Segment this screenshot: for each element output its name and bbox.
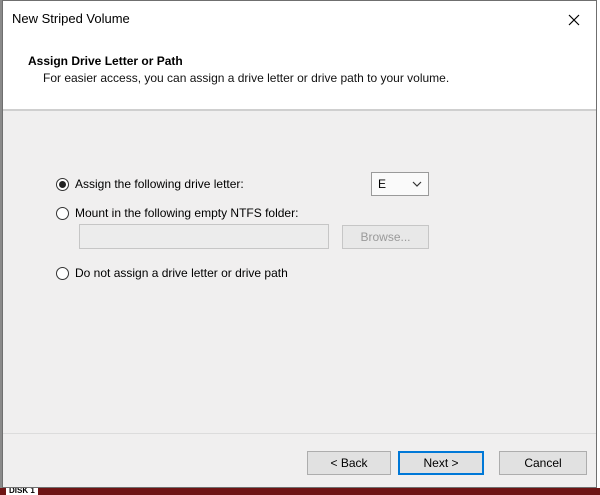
cancel-button[interactable]: Cancel	[499, 451, 587, 475]
background-app-strip	[0, 488, 600, 495]
mount-folder-radio[interactable]	[56, 206, 69, 220]
background-disk-label: DISK 1	[6, 487, 38, 495]
title-bar[interactable]: New Striped Volume	[3, 1, 596, 39]
page-subtitle: For easier access, you can assign a driv…	[43, 71, 450, 85]
mount-folder-option[interactable]: Mount in the following empty NTFS folder…	[56, 206, 298, 220]
chevron-down-icon	[412, 181, 422, 187]
no-assign-option[interactable]: Do not assign a drive letter or drive pa…	[56, 266, 288, 280]
browse-button[interactable]: Browse...	[342, 225, 429, 249]
wizard-header: Assign Drive Letter or Path For easier a…	[3, 39, 596, 109]
assign-letter-radio[interactable]	[56, 177, 69, 191]
mount-folder-label: Mount in the following empty NTFS folder…	[75, 206, 299, 220]
no-assign-radio[interactable]	[56, 266, 69, 280]
wizard-body: Assign the following drive letter: E Mou…	[3, 111, 596, 433]
no-assign-label: Do not assign a drive letter or drive pa…	[75, 266, 288, 280]
drive-letter-value: E	[378, 177, 387, 191]
assign-letter-option[interactable]: Assign the following drive letter:	[56, 177, 244, 191]
close-icon	[568, 14, 580, 26]
folder-path-input[interactable]	[79, 224, 329, 249]
back-button[interactable]: < Back	[307, 451, 391, 475]
wizard-footer: < Back Next > Cancel	[3, 434, 596, 487]
drive-letter-select[interactable]: E	[371, 172, 429, 196]
window-title: New Striped Volume	[12, 11, 130, 26]
close-button[interactable]	[552, 1, 596, 39]
page-title: Assign Drive Letter or Path	[28, 54, 183, 68]
next-button[interactable]: Next >	[398, 451, 484, 475]
new-striped-volume-dialog: New Striped Volume Assign Drive Letter o…	[2, 0, 597, 488]
assign-letter-label: Assign the following drive letter:	[75, 177, 244, 191]
